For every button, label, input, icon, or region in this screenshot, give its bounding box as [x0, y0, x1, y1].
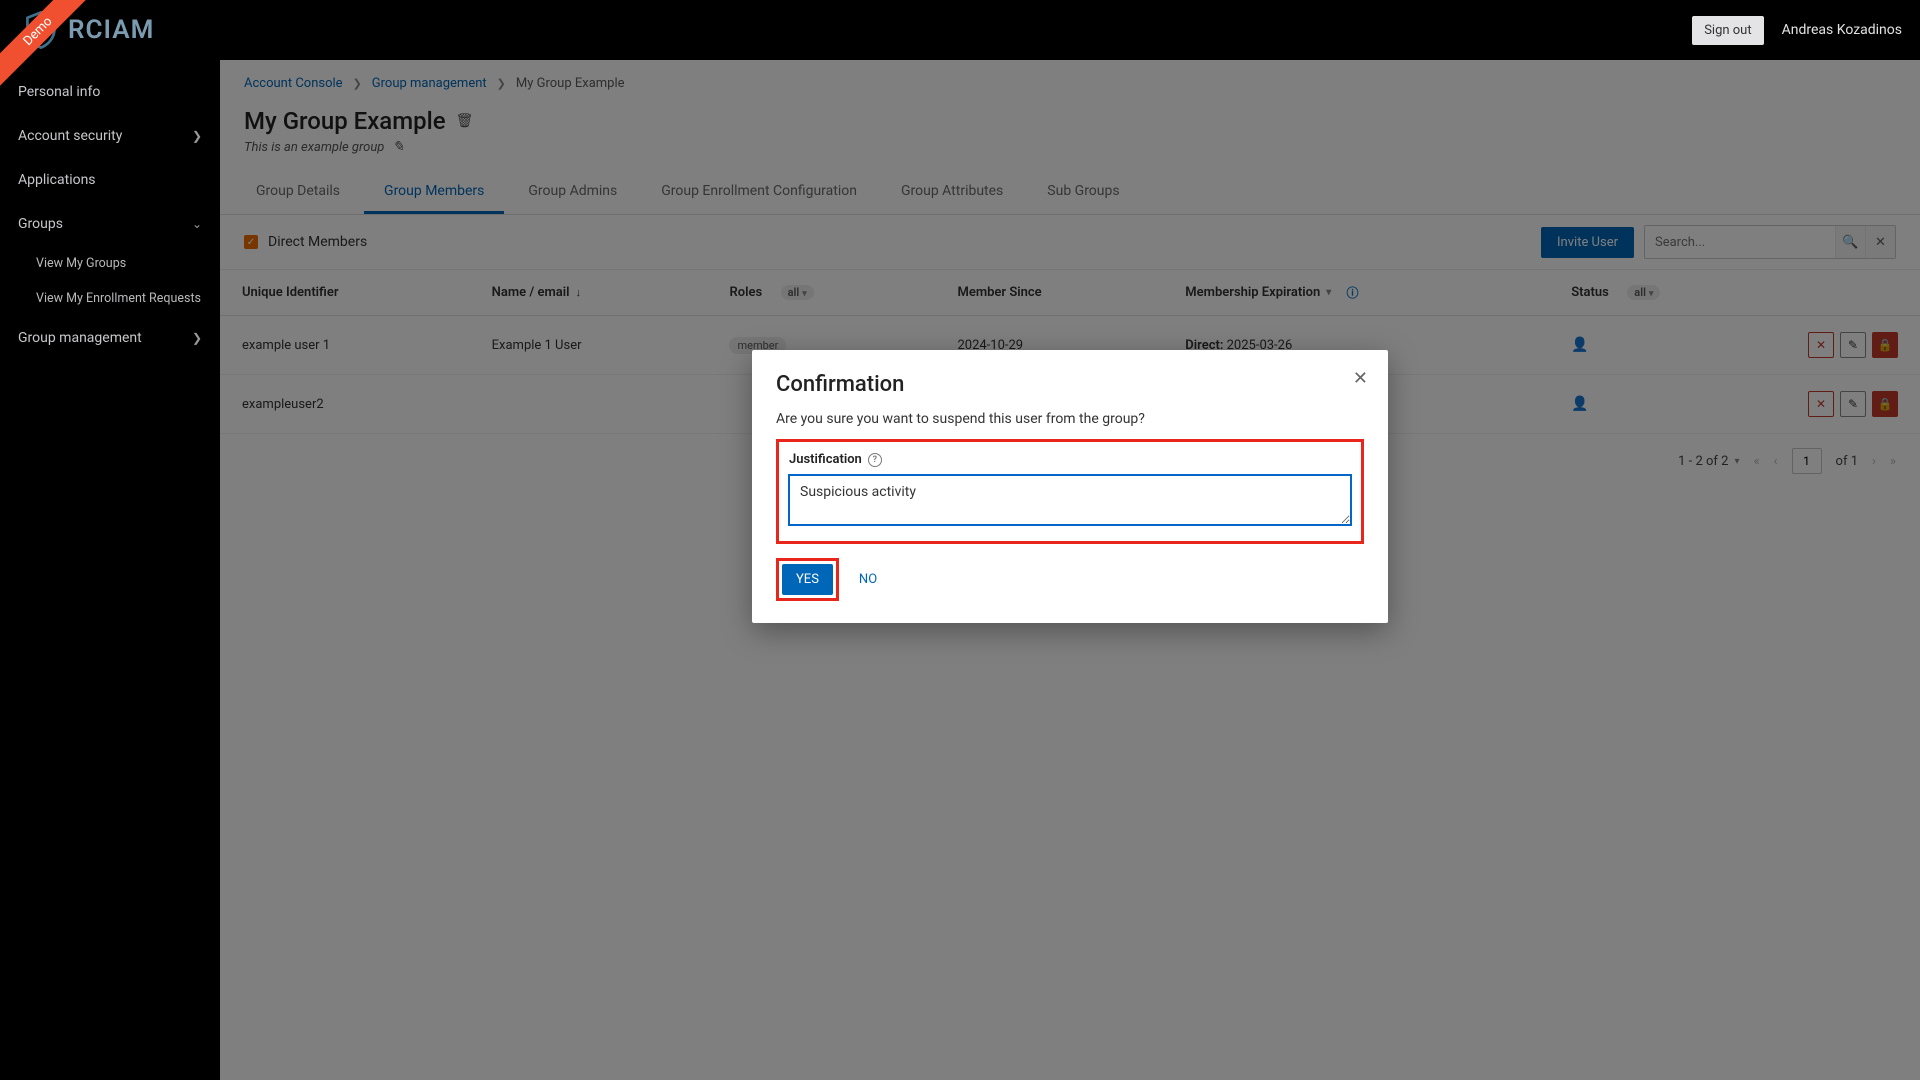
sidebar-item-personal-info[interactable]: Personal info [0, 70, 220, 114]
sidebar-label: Account security [18, 128, 122, 144]
confirm-no-button[interactable]: NO [853, 564, 883, 595]
sidebar-label: Personal info [18, 84, 100, 100]
sidebar-subitem-view-enrollment-requests[interactable]: View My Enrollment Requests [0, 281, 220, 316]
modal-message: Are you sure you want to suspend this us… [776, 411, 1364, 427]
brand-text: RCIAM [68, 15, 154, 45]
current-user-name[interactable]: Andreas Kozadinos [1782, 22, 1902, 38]
yes-highlight: YES [776, 558, 839, 601]
sidebar: Personal info Account security ❯ Applicat… [0, 60, 220, 1080]
sidebar-sublabel: View My Groups [36, 256, 126, 271]
chevron-right-icon: ❯ [192, 331, 202, 345]
justification-label-text: Justification [789, 452, 862, 467]
info-icon[interactable]: ? [868, 453, 882, 467]
sidebar-item-groups[interactable]: Groups ⌄ [0, 202, 220, 246]
modal-close-button[interactable]: ✕ [1353, 368, 1368, 389]
confirmation-modal: ✕ Confirmation Are you sure you want to … [752, 350, 1388, 623]
sidebar-label: Groups [18, 216, 63, 232]
sign-out-button[interactable]: Sign out [1692, 16, 1763, 45]
main-area: Account Console ❯ Group management ❯ My … [220, 60, 1920, 1080]
justification-input[interactable] [789, 475, 1351, 525]
sidebar-subitem-view-my-groups[interactable]: View My Groups [0, 246, 220, 281]
sidebar-label: Group management [18, 330, 142, 346]
modal-title: Confirmation [776, 372, 1364, 397]
confirm-yes-button[interactable]: YES [782, 564, 833, 595]
modal-scrim[interactable]: ✕ Confirmation Are you sure you want to … [220, 60, 1920, 1080]
sidebar-label: Applications [18, 172, 96, 188]
sidebar-item-group-management[interactable]: Group management ❯ [0, 316, 220, 360]
justification-label: Justification ? [789, 452, 1351, 467]
sidebar-sublabel: View My Enrollment Requests [36, 291, 201, 306]
sidebar-item-applications[interactable]: Applications [0, 158, 220, 202]
top-bar: Demo RCIAM Sign out Andreas Kozadinos [0, 0, 1920, 60]
chevron-right-icon: ❯ [192, 129, 202, 143]
chevron-down-icon: ⌄ [192, 217, 202, 231]
close-icon: ✕ [1353, 368, 1368, 389]
sidebar-item-account-security[interactable]: Account security ❯ [0, 114, 220, 158]
justification-highlight: Justification ? [776, 439, 1364, 544]
